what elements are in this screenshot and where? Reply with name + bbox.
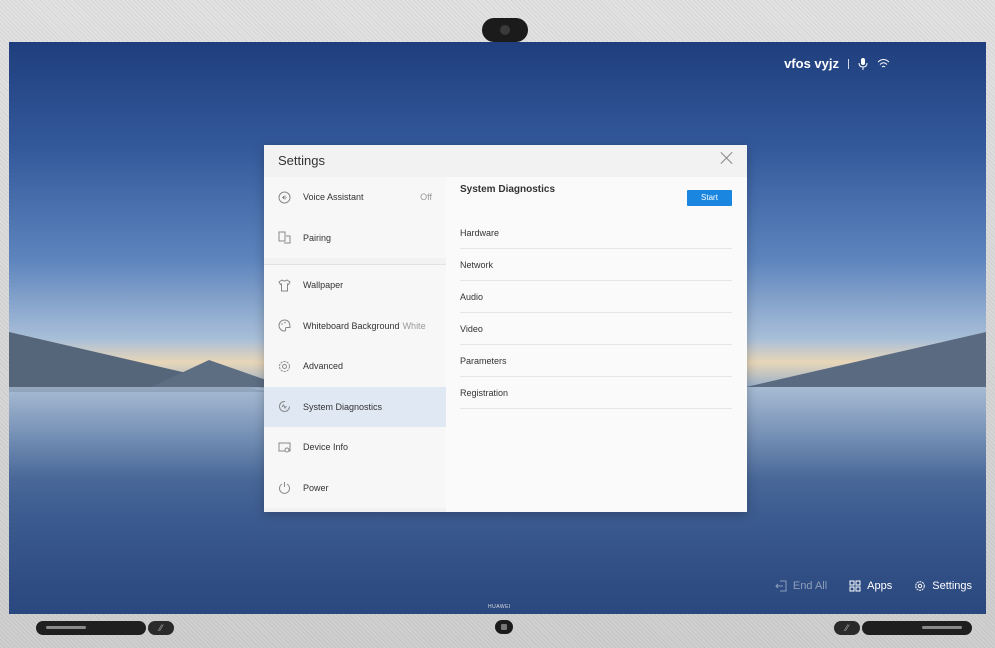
stylus-right-marker-icon: ⁄⁄ [834,621,860,635]
close-icon[interactable] [719,150,735,166]
nav-label: Voice Assistant [303,192,364,203]
diagnostics-list: Hardware Network Audio Video Parameters … [460,217,732,409]
settings-dialog: Settings Voice Assistant Off Pairing Wal… [264,145,747,512]
status-bar: vfos vyjz [784,56,890,71]
apps-grid-icon [849,580,861,592]
pairing-icon [278,231,291,244]
nav-label: Advanced [303,361,344,372]
camera-icon [482,18,528,42]
start-button[interactable]: Start [687,190,732,206]
list-item-registration[interactable]: Registration [460,377,732,409]
diagnostics-panel: System Diagnostics Start Hardware Networ… [446,177,747,512]
nav-group-1: Voice Assistant Off Pairing [264,177,446,258]
list-item-video[interactable]: Video [460,313,732,345]
brand-logo: HUAWEI [488,604,511,610]
end-all-label: End All [792,580,828,592]
exit-icon [775,580,787,592]
list-item-audio[interactable]: Audio [460,281,732,313]
settings-label: Settings [932,580,972,592]
nav-item-whiteboard-background[interactable]: Whiteboard Background White [264,306,446,347]
stylus-left[interactable] [36,621,146,635]
nav-item-advanced[interactable]: Advanced [264,346,446,387]
gear-icon [278,360,291,373]
apps-button[interactable]: Apps [849,580,892,592]
list-item-parameters[interactable]: Parameters [460,345,732,377]
palette-icon [278,319,291,332]
dialog-title: Settings [278,153,325,168]
end-all-button[interactable]: End All [775,580,827,592]
home-button[interactable] [495,620,513,634]
microphone-icon[interactable] [858,57,868,70]
nav-item-voice-assistant[interactable]: Voice Assistant Off [264,177,446,218]
divider [848,58,849,69]
apps-label: Apps [867,580,893,592]
nav-item-power[interactable]: Power [264,468,446,509]
list-item-hardware[interactable]: Hardware [460,217,732,249]
nav-label: Pairing [303,232,332,243]
panel-title: System Diagnostics [460,184,556,195]
diagnostics-icon [278,400,291,413]
nav-value: White [402,320,426,331]
stylus-right[interactable] [862,621,972,635]
nav-label: Device Info [303,442,349,453]
nav-label: Power [303,482,329,493]
settings-nav: Voice Assistant Off Pairing Wallpaper Wh… [264,177,446,512]
list-item-network[interactable]: Network [460,249,732,281]
nav-item-system-diagnostics[interactable]: System Diagnostics [264,386,446,427]
settings-button[interactable]: Settings [914,580,972,592]
screen: vfos vyjz End All Apps Settings Settings… [9,42,986,614]
nav-group-2: Wallpaper Whiteboard Background White Ad… [264,264,446,508]
mountain-right [746,332,986,387]
nav-label: Wallpaper [303,280,344,291]
power-icon [278,481,291,495]
nav-item-pairing[interactable]: Pairing [264,218,446,259]
nav-item-wallpaper[interactable]: Wallpaper [264,265,446,306]
stylus-left-marker-icon: ⁄⁄ [148,621,174,635]
shirt-icon [278,279,291,292]
user-name[interactable]: vfos vyjz [784,56,839,71]
voice-assistant-icon [278,191,291,204]
nav-label: Whiteboard Background [303,320,400,331]
nav-item-device-info[interactable]: Device Info [264,427,446,468]
nav-value: Off [420,192,432,203]
gear-icon [915,581,926,591]
nav-label: System Diagnostics [303,401,383,412]
taskbar: End All Apps Settings [775,580,972,592]
device-info-icon [278,441,291,454]
wifi-icon[interactable] [877,58,890,70]
